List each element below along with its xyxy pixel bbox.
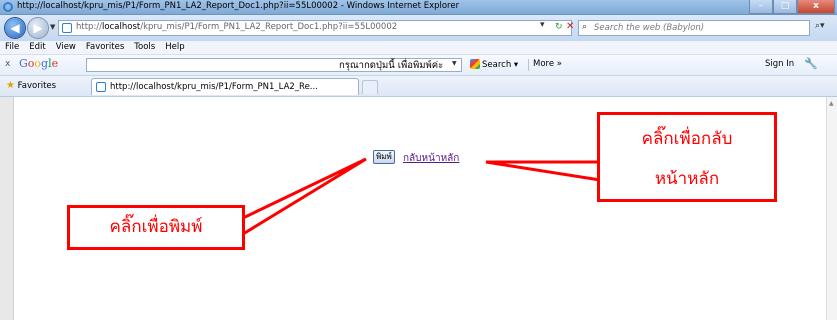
history-dropdown-icon[interactable]: ▼	[50, 23, 55, 31]
menu-file[interactable]: File	[0, 41, 24, 54]
url-dropdown-icon[interactable]: ▾	[540, 20, 545, 30]
menu-tools[interactable]: Tools	[129, 41, 160, 54]
favorites-bar: ★ Favorites http://localhost/kpru_mis/P1…	[0, 76, 837, 97]
close-button[interactable]: x	[797, 0, 835, 14]
menu-edit[interactable]: Edit	[24, 41, 50, 54]
ie-logo-icon	[3, 2, 13, 12]
home-callout: คลิ๊กเพื่อกลับ หน้าหลัก	[597, 112, 777, 202]
star-icon: ★	[6, 80, 15, 91]
google-search-button[interactable]: Search ▾	[470, 59, 518, 70]
title-bar: http://localhost/kpru_mis/P1/Form_PN1_LA…	[0, 0, 837, 15]
tab-title: http://localhost/kpru_mis/P1/Form_PN1_LA…	[110, 82, 318, 92]
google-search-icon	[470, 59, 480, 69]
search-go-icon[interactable]: ⌕▾	[815, 21, 825, 31]
address-bar: ◀ ▶ ▼ http://localhost/kpru_mis/P1/Form_…	[0, 15, 837, 41]
favorites-button[interactable]: ★ Favorites	[6, 80, 56, 91]
print-callout: คลิ๊กเพื่อพิมพ์	[67, 205, 245, 250]
menu-help[interactable]: Help	[160, 41, 189, 54]
menu-favorites[interactable]: Favorites	[81, 41, 129, 54]
google-logo: Google	[19, 57, 59, 70]
web-search-input[interactable]: ⌕ Search the web (Babylon)	[578, 20, 810, 36]
stop-icon[interactable]: ✕	[566, 21, 574, 32]
left-frame-edge	[0, 97, 14, 320]
toolbar-close-icon[interactable]: x	[5, 59, 10, 69]
tab-active[interactable]: http://localhost/kpru_mis/P1/Form_PN1_LA…	[91, 78, 359, 95]
print-button[interactable]: พิมพ์	[373, 150, 395, 164]
more-button[interactable]: More »	[533, 59, 562, 69]
page-icon	[62, 23, 72, 33]
search-placeholder: Search the web (Babylon)	[594, 23, 705, 33]
tab-page-icon	[96, 82, 106, 92]
search-icon: ⌕	[582, 22, 588, 32]
vertical-scrollbar[interactable]: ▲	[826, 97, 837, 320]
menu-bar: File Edit View Favorites Tools Help	[0, 41, 837, 55]
back-button[interactable]: ◀	[5, 18, 25, 38]
home-callout-line2: หน้าหลัก	[654, 169, 720, 189]
back-to-home-link[interactable]: กลับหน้าหลัก	[403, 151, 459, 166]
url-text: http://localhost/kpru_mis/P1/Form_PN1_LA…	[76, 22, 398, 32]
home-callout-line1: คลิ๊กเพื่อกลับ	[641, 129, 733, 149]
sign-in-link[interactable]: Sign In	[765, 59, 794, 69]
minimize-button[interactable]: –	[749, 0, 773, 14]
refresh-icon[interactable]: ↻	[555, 22, 563, 32]
toolbar-divider	[528, 59, 529, 71]
maximize-button[interactable]: □	[773, 0, 797, 14]
window-title: http://localhost/kpru_mis/P1/Form_PN1_LA…	[17, 1, 460, 11]
new-tab-button[interactable]	[362, 80, 378, 94]
window-controls: – □ x	[749, 0, 835, 14]
scroll-up-icon[interactable]: ▲	[829, 100, 834, 107]
url-input[interactable]: http://localhost/kpru_mis/P1/Form_PN1_LA…	[58, 20, 572, 36]
google-dropdown-icon[interactable]: ▼	[452, 60, 457, 67]
forward-button[interactable]: ▶	[28, 18, 48, 38]
menu-view[interactable]: View	[51, 41, 81, 54]
print-prompt-text: กรุณากดปุ่มนี้ เพื่อพิมพ์ค่ะ	[339, 60, 444, 71]
wrench-icon[interactable]: 🔧	[804, 57, 818, 70]
